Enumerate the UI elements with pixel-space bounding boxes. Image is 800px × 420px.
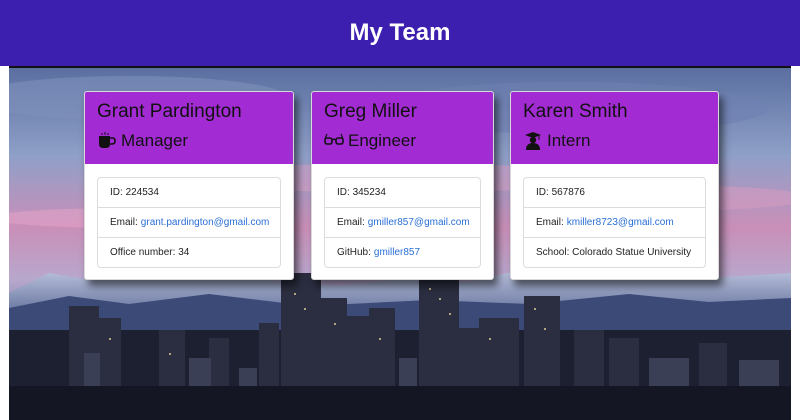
- email-label: Email:: [536, 217, 564, 228]
- glasses-icon: [324, 132, 344, 150]
- id-value: 224534: [125, 187, 159, 198]
- role-label: Manager: [121, 131, 189, 150]
- github-item: GitHub: gmiller857: [325, 237, 480, 267]
- id-label: ID:: [536, 187, 549, 198]
- card-header: Grant Pardington Manager: [85, 92, 293, 164]
- id-value: 567876: [551, 187, 585, 198]
- info-list: ID: 345234 Email: gmiller857@gmail.com Gi…: [324, 177, 481, 268]
- email-item: Email: gmiller857@gmail.com: [325, 207, 480, 237]
- school-value: Colorado Statue University: [572, 247, 692, 258]
- employee-name: Grant Pardington: [97, 101, 242, 122]
- school-item: School: Colorado Statue University: [524, 237, 705, 267]
- email-label: Email:: [337, 217, 365, 228]
- id-label: ID:: [337, 187, 350, 198]
- role-label: Intern: [547, 131, 591, 150]
- role-label: Engineer: [348, 131, 417, 150]
- office-number-label: Office number:: [110, 247, 176, 258]
- school-label: School:: [536, 247, 570, 258]
- coffee-icon: [97, 132, 117, 150]
- id-item: ID: 224534: [98, 178, 280, 207]
- email-link[interactable]: grant.pardington@gmail.com: [141, 217, 270, 228]
- employee-role: Engineer: [324, 131, 481, 151]
- employee-role: Manager: [97, 131, 281, 151]
- office-number-value: 34: [178, 247, 190, 258]
- github-label: GitHub:: [337, 247, 371, 258]
- id-item: ID: 345234: [325, 178, 480, 207]
- info-list: ID: 567876 Email: kmiller8723@gmail.com S…: [523, 177, 706, 268]
- employee-role: Intern: [523, 131, 706, 151]
- email-item: Email: kmiller8723@gmail.com: [524, 207, 705, 237]
- employee-card-intern: Karen Smith Intern ID: 567876 Email: kmil…: [510, 91, 719, 280]
- email-link[interactable]: kmiller8723@gmail.com: [567, 217, 674, 228]
- employee-card-manager: Grant Pardington Manager ID: 224534 Emai…: [84, 91, 294, 280]
- id-item: ID: 567876: [524, 178, 705, 207]
- card-header: Karen Smith Intern: [511, 92, 718, 164]
- graduate-icon: [523, 132, 543, 150]
- email-label: Email:: [110, 217, 138, 228]
- employee-name: Greg Miller: [324, 101, 417, 122]
- navbar: My Team: [0, 0, 800, 66]
- email-link[interactable]: gmiller857@gmail.com: [368, 217, 470, 228]
- info-list: ID: 224534 Email: grant.pardington@gmail.…: [97, 177, 281, 268]
- github-link[interactable]: gmiller857: [374, 247, 420, 258]
- office-number-item: Office number: 34: [98, 237, 280, 267]
- id-value: 345234: [352, 187, 386, 198]
- card-body: ID: 224534 Email: grant.pardington@gmail.…: [85, 164, 293, 279]
- employee-card-engineer: Greg Miller Engineer ID: 345234 Email: gm…: [311, 91, 494, 280]
- employee-name: Karen Smith: [523, 101, 628, 122]
- page-title: My Team: [349, 19, 451, 46]
- id-label: ID:: [110, 187, 123, 198]
- email-item: Email: grant.pardington@gmail.com: [98, 207, 280, 237]
- card-header: Greg Miller Engineer: [312, 92, 493, 164]
- card-body: ID: 567876 Email: kmiller8723@gmail.com S…: [511, 164, 718, 279]
- card-body: ID: 345234 Email: gmiller857@gmail.com Gi…: [312, 164, 493, 279]
